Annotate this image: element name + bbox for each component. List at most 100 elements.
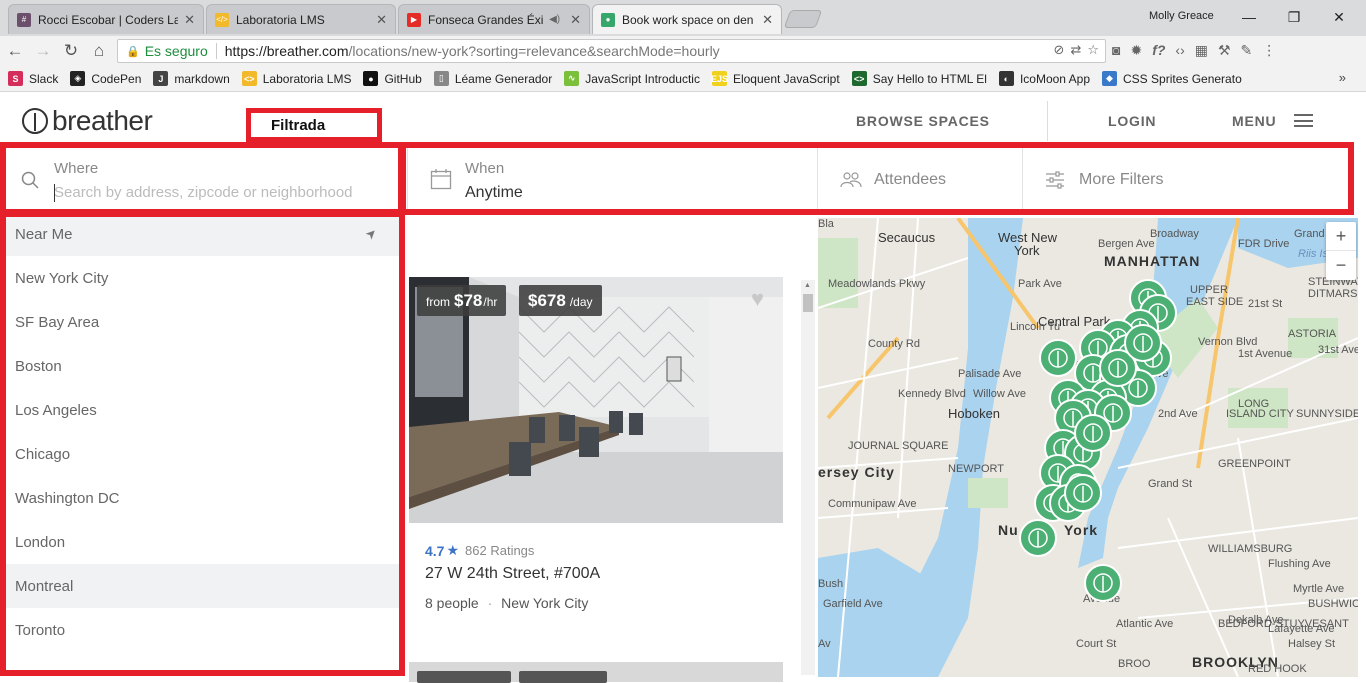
location-option[interactable]: London — [6, 520, 399, 564]
location-option[interactable]: SF Bay Area — [6, 300, 399, 344]
login-link[interactable]: LOGIN — [1108, 113, 1156, 129]
bookmark-item[interactable]: Jmarkdown — [153, 71, 230, 86]
bookmark-item[interactable]: ▯ Léame Generador — [433, 71, 553, 86]
address-bar[interactable]: 🔒 Es seguro https://breather.com/locatio… — [117, 39, 1106, 63]
bookmark-favicon-icon: J — [153, 71, 169, 86]
location-option[interactable]: Near Me ➤ — [6, 212, 399, 256]
url-path: /locations/new-york?sorting=relevance&se… — [348, 43, 720, 59]
listing-scrollbar[interactable]: ▲ — [801, 280, 815, 675]
zoom-out-button[interactable]: − — [1326, 251, 1356, 280]
map[interactable]: Secaucus West New York MANHATTAN UPPER EAST S… — [818, 218, 1358, 677]
daily-price-badge: $678 /day — [519, 285, 602, 316]
bookmark-label: JavaScript Introductic — [585, 71, 700, 86]
bookmark-label: markdown — [174, 71, 230, 86]
code-extension-icon[interactable]: ‹› — [1175, 42, 1184, 59]
site-blocked-icon[interactable]: ⊘ — [1054, 42, 1065, 58]
map-pins — [1019, 279, 1177, 602]
pen-extension-icon[interactable]: ✎ — [1241, 42, 1253, 59]
more-filters-button[interactable]: More Filters — [1045, 148, 1245, 212]
gear-extension-icon[interactable]: ✹ — [1130, 42, 1142, 59]
tab-title: Laboratoria LMS — [236, 12, 325, 27]
location-option[interactable]: Toronto — [6, 608, 399, 652]
browser-tab-breather[interactable]: ● Book work space on den ✕ — [592, 4, 782, 34]
stack-extension-icon[interactable]: ▦ — [1195, 42, 1208, 59]
close-tab-icon[interactable]: ✕ — [570, 12, 581, 28]
new-tab-button[interactable] — [783, 10, 823, 28]
tab-title: Rocci Escobar | Coders La — [38, 12, 179, 27]
space-pin-icon[interactable] — [1064, 474, 1102, 512]
listing-address[interactable]: 27 W 24th Street, #700A — [425, 565, 600, 583]
camera-extension-icon[interactable]: ◙ — [1112, 42, 1120, 59]
location-option-label: Near Me — [15, 226, 73, 243]
scroll-up-icon[interactable]: ▲ — [804, 282, 811, 289]
filter-bar: Where When Anytime Attendees More Filter… — [0, 148, 1356, 212]
function-extension-icon[interactable]: f? — [1152, 42, 1165, 59]
site-header: breather BROWSE SPACES LOGIN MENU — [0, 93, 1366, 148]
browser-tab-fonseca[interactable]: ▶ Fonseca Grandes Éxito ◀) ✕ — [398, 4, 590, 34]
menu-link[interactable]: MENU — [1232, 113, 1276, 129]
hourly-price-badge: from $78 /hr — [417, 285, 507, 316]
location-option[interactable]: Los Angeles — [6, 388, 399, 432]
space-pin-icon[interactable] — [1124, 324, 1162, 362]
browser-tab-laboratoria[interactable]: </> Laboratoria LMS ✕ — [206, 4, 396, 34]
home-icon[interactable]: ⌂ — [88, 40, 110, 62]
close-tab-icon[interactable]: ✕ — [376, 12, 387, 28]
space-pin-icon[interactable] — [1019, 519, 1057, 557]
filter-divider — [1022, 148, 1023, 212]
bookmark-label: Say Hello to HTML El — [872, 71, 987, 86]
close-tab-icon[interactable]: ✕ — [762, 12, 773, 28]
hourly-price: $78 — [454, 291, 483, 310]
zoom-in-button[interactable]: + — [1326, 222, 1356, 251]
daily-price: $678 — [528, 291, 566, 310]
bookmark-item[interactable]: ● GitHub — [363, 71, 422, 86]
bookmark-item[interactable]: ◈ CodePen — [70, 71, 141, 86]
tool-extension-icon[interactable]: ⚒ — [1218, 42, 1231, 59]
space-pin-icon[interactable] — [1039, 339, 1077, 377]
next-listing-preview[interactable] — [409, 662, 783, 683]
bookmark-item[interactable]: ◆ CSS Sprites Generato — [1102, 71, 1242, 86]
close-window-icon[interactable]: ✕ — [1326, 6, 1352, 28]
browser-toolbar: ← → ↻ ⌂ 🔒 Es seguro https://breather.com… — [0, 36, 1366, 66]
bookmark-item[interactable]: ◐ IcoMoon App — [998, 71, 1091, 86]
reload-icon[interactable]: ↻ — [60, 40, 82, 62]
forward-icon[interactable]: → — [32, 40, 54, 62]
listing-rating: 4.7 ★ 862 Ratings — [425, 542, 534, 559]
location-option-label: Los Angeles — [15, 402, 97, 419]
bookmark-item[interactable]: EJS Eloquent JavaScript — [711, 71, 840, 86]
browse-spaces-link[interactable]: BROWSE SPACES — [856, 113, 990, 129]
bookmark-item[interactable]: <> Laboratoria LMS — [241, 71, 351, 86]
bookmark-item[interactable]: S Slack — [8, 71, 58, 86]
listing-capacity: 8 people — [425, 595, 479, 611]
browser-tab-rocci[interactable]: # Rocci Escobar | Coders La ✕ — [8, 4, 204, 34]
favorite-heart-icon[interactable]: ♥ — [751, 286, 764, 312]
location-option[interactable]: Washington DC — [6, 476, 399, 520]
translate-icon[interactable]: ⇄ — [1070, 42, 1081, 58]
header-divider — [1047, 101, 1048, 141]
bookmark-label: Léame Generador — [454, 71, 553, 86]
where-search-input[interactable] — [54, 184, 384, 201]
location-option[interactable]: Montreal — [6, 564, 399, 608]
browser-profile-name[interactable]: Molly Greace — [1149, 10, 1214, 22]
scroll-thumb[interactable] — [803, 294, 813, 312]
restore-icon[interactable]: ❐ — [1281, 6, 1307, 28]
minimize-icon[interactable]: — — [1236, 6, 1262, 28]
location-option[interactable]: Boston — [6, 344, 399, 388]
bookmark-star-icon[interactable]: ☆ — [1087, 42, 1099, 58]
close-tab-icon[interactable]: ✕ — [184, 12, 195, 28]
breather-logo[interactable]: breather — [22, 105, 153, 137]
price-badge-preview — [519, 671, 607, 683]
location-option[interactable]: Chicago — [6, 432, 399, 476]
chrome-menu-icon[interactable]: ⋮ — [1262, 42, 1276, 59]
when-value[interactable]: Anytime — [465, 184, 523, 202]
bookmark-item[interactable]: ∿ JavaScript Introductic — [564, 71, 700, 86]
location-option[interactable]: New York City — [6, 256, 399, 300]
attendees-filter-button[interactable]: Attendees — [840, 148, 1020, 212]
bookmark-label: IcoMoon App — [1019, 71, 1091, 86]
bookmark-item[interactable]: <> Say Hello to HTML El — [851, 71, 987, 86]
hamburger-menu-icon[interactable] — [1294, 114, 1313, 127]
tab-favicon-icon: </> — [215, 12, 229, 27]
space-pin-icon[interactable] — [1074, 414, 1112, 452]
space-pin-icon[interactable] — [1084, 564, 1122, 602]
bookmarks-overflow-icon[interactable]: » — [1339, 70, 1346, 85]
back-icon[interactable]: ← — [4, 40, 26, 62]
